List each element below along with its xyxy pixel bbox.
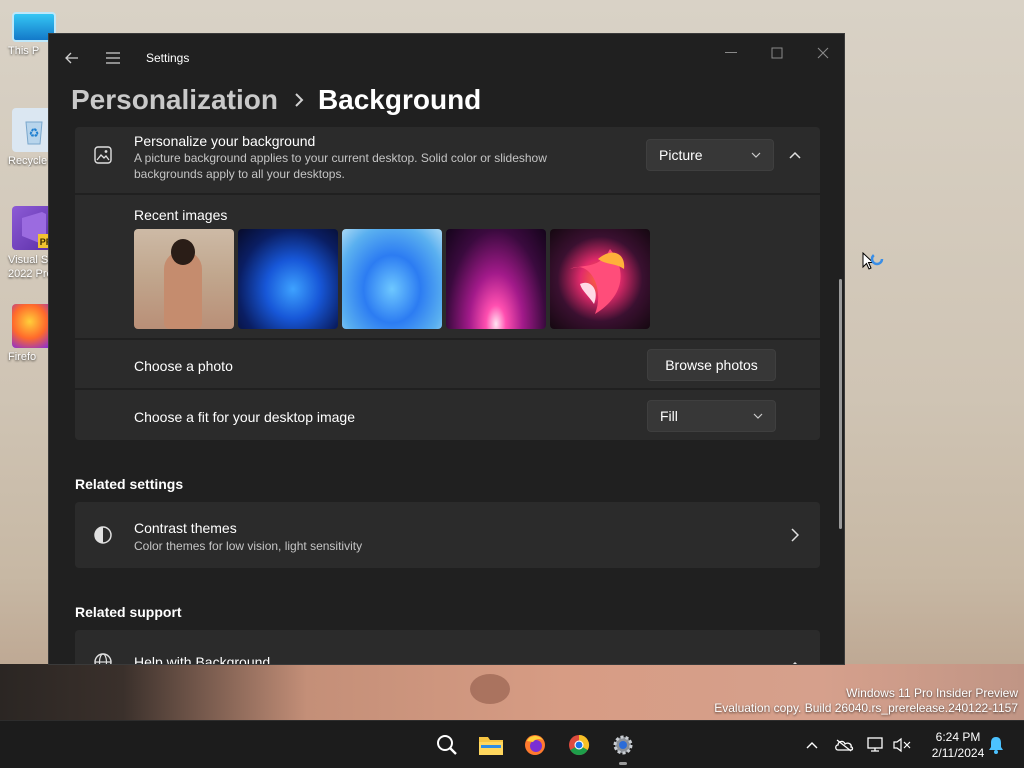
divider [75, 193, 820, 195]
background-type-dropdown[interactable]: Picture [646, 139, 774, 171]
recent-image-thumbnail[interactable] [238, 229, 338, 329]
search-icon [437, 735, 457, 755]
divider [75, 388, 820, 390]
choose-photo-label: Choose a photo [134, 358, 233, 374]
chevron-right-icon [791, 528, 800, 547]
recent-image-thumbnail[interactable] [342, 229, 442, 329]
related-support-heading: Related support [75, 604, 182, 620]
scrollbar-thumb[interactable] [839, 279, 842, 529]
clock[interactable]: 6:24 PM 2/11/2024 [920, 729, 996, 761]
chrome-icon [569, 734, 590, 756]
settings-icon [613, 735, 633, 755]
chevron-up-icon [789, 656, 801, 664]
taskbar: 6:24 PM 2/11/2024 [0, 720, 1024, 768]
minimize-button[interactable] [708, 38, 754, 68]
maximize-icon [771, 47, 783, 59]
chevron-right-icon [294, 92, 304, 108]
maximize-button[interactable] [754, 38, 800, 68]
recent-image-thumbnail[interactable] [134, 229, 234, 329]
active-app-indicator [619, 762, 627, 765]
fit-dropdown[interactable]: Fill [647, 400, 776, 432]
chevron-up-icon [806, 742, 818, 749]
background-type-value: Picture [659, 147, 703, 163]
watermark-line: Evaluation copy. Build 26040.rs_prerelea… [714, 701, 1018, 715]
firefox-icon [525, 735, 545, 755]
related-settings-heading: Related settings [75, 476, 184, 492]
busy-cursor-icon [862, 251, 888, 274]
globe-icon [93, 652, 113, 664]
evaluation-watermark: Windows 11 Pro Insider Preview Evaluatio… [714, 686, 1018, 716]
fit-label: Choose a fit for your desktop image [134, 409, 356, 425]
taskbar-settings-button[interactable] [607, 729, 639, 765]
browse-photos-button[interactable]: Browse photos [647, 349, 776, 381]
taskbar-search-button[interactable] [431, 729, 463, 761]
chevron-up-icon [789, 151, 801, 159]
personalize-title: Personalize your background [134, 133, 316, 149]
taskbar-chrome-button[interactable] [563, 729, 595, 761]
file-explorer-icon [479, 737, 503, 755]
personalize-description-line: backgrounds apply to all your desktops. [134, 167, 345, 181]
taskbar-file-explorer-button[interactable] [475, 729, 507, 761]
hamburger-icon [106, 52, 120, 64]
chevron-down-icon [751, 152, 761, 158]
divider [75, 338, 820, 340]
show-hidden-icons-button[interactable] [802, 735, 822, 755]
title-bar[interactable]: Settings [49, 34, 844, 82]
thumbnail-head-shape [171, 239, 195, 265]
collapse-button[interactable] [781, 143, 809, 167]
clock-date: 2/11/2024 [931, 746, 985, 760]
volume-tray-button[interactable] [892, 735, 912, 755]
speaker-muted-icon [893, 737, 911, 753]
picture-icon [93, 145, 113, 170]
onedrive-tray-button[interactable] [834, 735, 854, 755]
bell-icon [989, 737, 1003, 754]
recent-image-thumbnail[interactable] [550, 229, 650, 329]
clock-time: 6:24 PM [935, 730, 981, 744]
network-icon [867, 737, 883, 752]
close-button[interactable] [800, 38, 844, 68]
navigation-menu-button[interactable] [101, 46, 125, 70]
network-tray-button[interactable] [866, 735, 886, 755]
personalize-description-line: A picture background applies to your cur… [134, 151, 547, 165]
svg-text:♻: ♻ [29, 126, 40, 140]
page-title: Background [317, 84, 482, 115]
settings-content: Personalize your background A picture ba… [49, 127, 829, 665]
back-arrow-icon [65, 52, 78, 64]
cloud-offline-icon [835, 739, 854, 752]
minimize-icon [725, 52, 737, 53]
contrast-icon [93, 525, 113, 550]
back-button[interactable] [60, 46, 84, 70]
notifications-button[interactable] [986, 735, 1006, 755]
chevron-down-icon [753, 413, 763, 419]
taskbar-firefox-button[interactable] [519, 729, 551, 761]
settings-window: Settings Personalization Background Pers… [48, 33, 845, 665]
contrast-themes-subtitle: Color themes for low vision, light sensi… [134, 539, 363, 553]
fit-value: Fill [660, 408, 678, 424]
contrast-themes-row[interactable]: Contrast themes Color themes for low vis… [75, 502, 820, 568]
help-with-background-row[interactable]: Help with Background [75, 630, 820, 665]
recent-image-thumbnail[interactable] [446, 229, 546, 329]
close-icon [817, 47, 829, 59]
personalize-background-row[interactable]: Personalize your background A picture ba… [75, 127, 820, 193]
recent-images-label: Recent images [134, 207, 228, 223]
contrast-themes-title: Contrast themes [134, 520, 237, 536]
window-title: Settings [146, 51, 190, 65]
breadcrumb: Personalization Background [71, 80, 481, 120]
watermark-line: Windows 11 Pro Insider Preview [846, 686, 1018, 700]
breadcrumb-parent-link[interactable]: Personalization [71, 84, 278, 116]
help-with-background-title: Help with Background [134, 654, 271, 665]
thumbnail-ribbon-shape [570, 249, 625, 314]
